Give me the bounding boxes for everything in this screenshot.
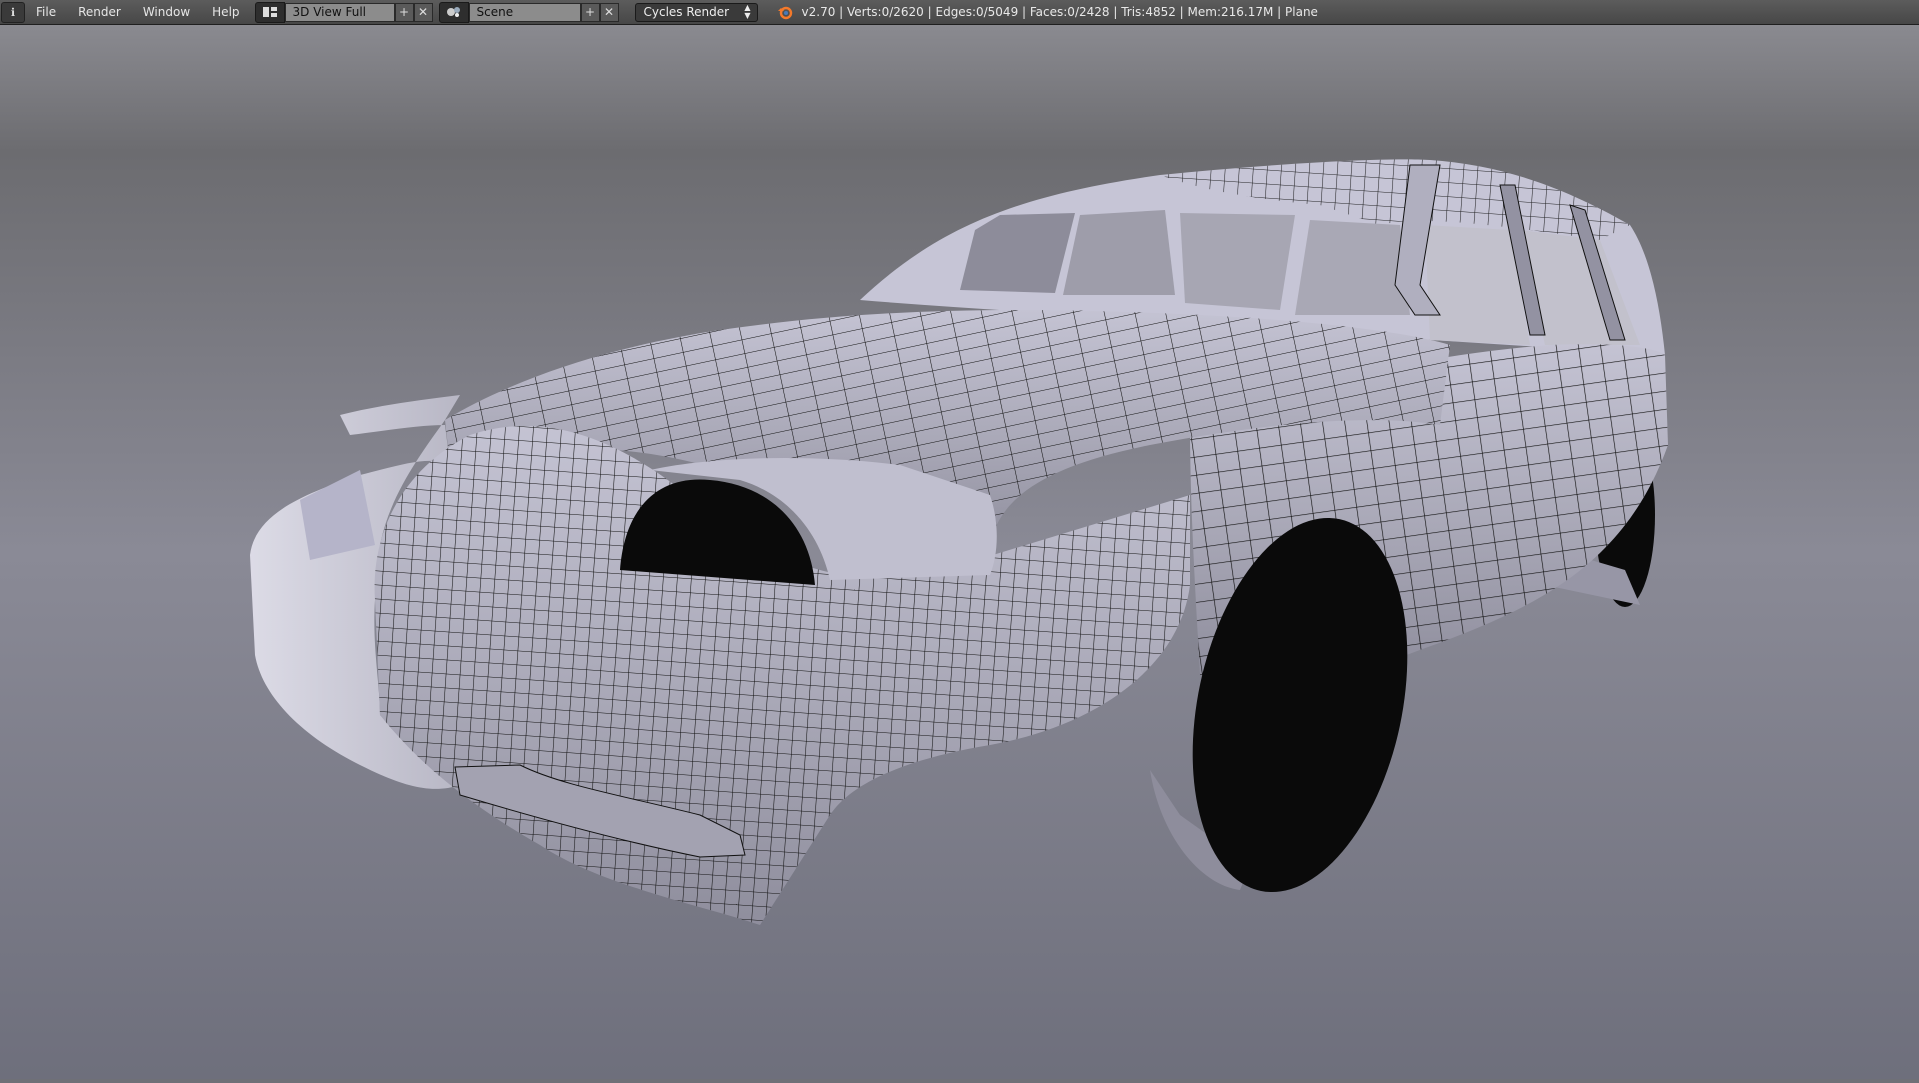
scene-name-field[interactable]: Scene (468, 2, 581, 22)
render-engine-label: Cycles Render (643, 5, 730, 19)
viewport-canvas[interactable] (0, 25, 1919, 1079)
dropdown-arrows-icon: ▲ ▼ (744, 3, 751, 20)
info-header: ℹ File Render Window Help 3D View Full +… (0, 0, 1919, 25)
scene-icon[interactable] (438, 1, 469, 23)
add-scene-button[interactable]: + (580, 2, 600, 22)
menu-render[interactable]: Render (67, 0, 132, 25)
add-layout-button[interactable]: + (394, 2, 414, 22)
screen-layout-field[interactable]: 3D View Full (284, 2, 395, 22)
render-engine-dropdown[interactable]: Cycles Render ▲ ▼ (634, 2, 758, 22)
screen-layout-icon[interactable] (254, 1, 285, 23)
screen-layout-selector: 3D View Full + ✕ (254, 1, 433, 23)
scene-selector: Scene + ✕ (438, 1, 619, 23)
menu-file[interactable]: File (25, 0, 67, 25)
window (1063, 210, 1175, 295)
menu-help[interactable]: Help (201, 0, 250, 25)
window (1295, 220, 1410, 315)
window (1180, 213, 1295, 310)
remove-layout-button[interactable]: ✕ (413, 2, 433, 22)
info-icon[interactable]: ℹ (1, 1, 25, 23)
scene-statistics: v2.70 | Verts:0/2620 | Edges:0/5049 | Fa… (801, 5, 1318, 19)
remove-scene-button[interactable]: ✕ (599, 2, 619, 22)
blender-logo-icon (776, 3, 794, 21)
3d-viewport[interactable] (0, 25, 1919, 1079)
menu-window[interactable]: Window (132, 0, 201, 25)
